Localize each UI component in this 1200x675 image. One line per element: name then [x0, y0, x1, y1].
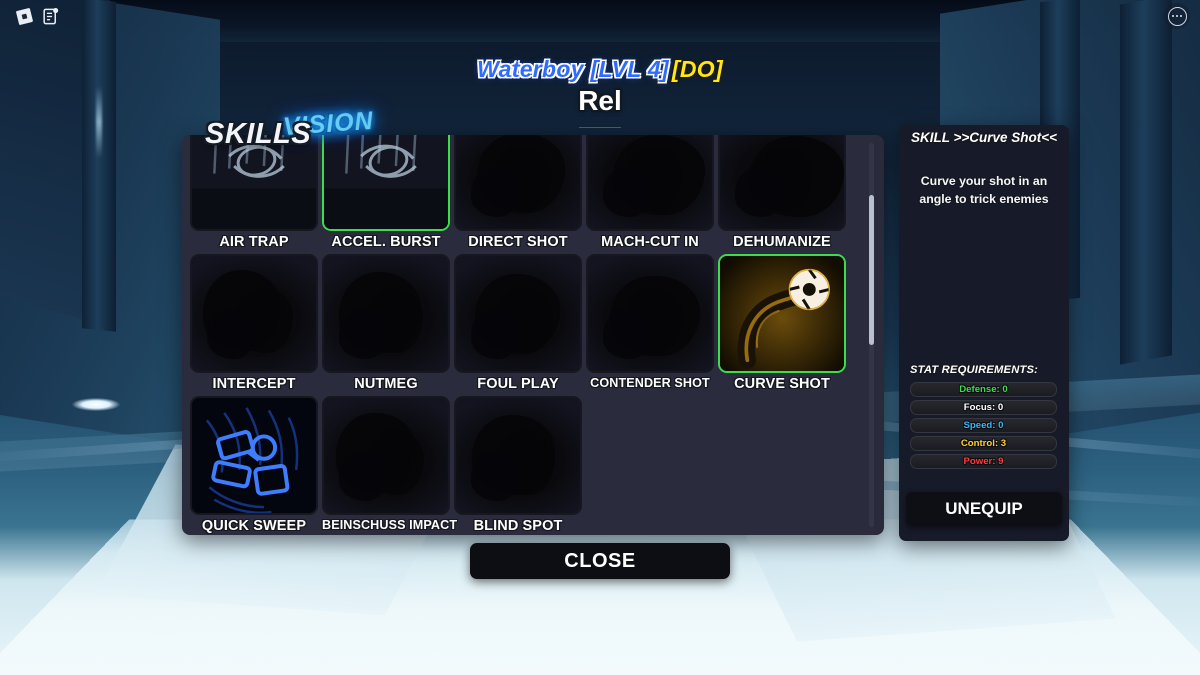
skill-label: NUTMEG	[354, 376, 418, 392]
skill-tile[interactable]	[190, 396, 318, 515]
skill-info-description: Curve your shot in an angle to trick ene…	[919, 174, 1049, 207]
stat-requirement-row: Speed: 0	[910, 418, 1057, 433]
roblox-topbar	[0, 0, 1200, 34]
stat-requirement-row: Defense: 0	[910, 382, 1057, 397]
skill-tile[interactable]	[718, 254, 846, 373]
skill-cell: AIR TRAP	[190, 135, 318, 250]
more-options-icon[interactable]	[1164, 3, 1190, 29]
skill-cell: DEHUMANIZE	[718, 135, 846, 250]
skills-panel: AIR TRAP ACCEL. BURST DIRECT SHOT MACH-C…	[182, 135, 884, 535]
skill-tile[interactable]	[322, 135, 450, 231]
skill-cell: BEINSCHUSS IMPACT	[322, 396, 458, 534]
skill-label: FOUL PLAY	[477, 376, 559, 392]
skill-cell: NUTMEG	[322, 254, 450, 392]
chat-icon[interactable]	[38, 4, 62, 28]
skill-label: AIR TRAP	[219, 234, 289, 250]
skill-label: CURVE SHOT	[734, 376, 830, 392]
skill-tile[interactable]	[454, 396, 582, 515]
floor-light-1	[72, 398, 120, 411]
skill-tile[interactable]	[718, 135, 846, 231]
skill-cell: FOUL PLAY	[454, 254, 582, 392]
skill-cell: MACH-CUT IN	[586, 135, 714, 250]
skill-label: CONTENDER SHOT	[590, 376, 710, 390]
skill-tile[interactable]	[190, 254, 318, 373]
skill-tile[interactable]	[586, 254, 714, 373]
skill-tile[interactable]	[322, 254, 450, 373]
unequip-button[interactable]: UNEQUIP	[906, 492, 1062, 526]
skill-tile[interactable]	[322, 396, 450, 515]
skills-scrollbar-thumb[interactable]	[869, 195, 874, 345]
more-options-ring	[1167, 6, 1187, 26]
skill-cell: BLIND SPOT	[454, 396, 582, 534]
pillar-left	[82, 0, 116, 332]
skill-info-title: SKILL >>Curve Shot<<	[910, 130, 1058, 145]
skill-label: BEINSCHUSS IMPACT	[322, 518, 458, 532]
skill-label: BLIND SPOT	[473, 518, 563, 534]
roblox-logo-icon[interactable]	[12, 4, 36, 28]
skill-label: INTERCEPT	[212, 376, 296, 392]
stat-requirement-row: Focus: 0	[910, 400, 1057, 415]
stat-requirements-label: STAT REQUIREMENTS:	[910, 364, 1039, 376]
skill-cell: CURVE SHOT	[718, 254, 846, 392]
skill-cell: QUICK SWEEP	[190, 396, 318, 534]
pillar-far-right	[1120, 0, 1172, 365]
skills-scroll-area[interactable]: AIR TRAP ACCEL. BURST DIRECT SHOT MACH-C…	[182, 135, 884, 535]
skill-cell: ACCEL. BURST	[322, 135, 450, 250]
skill-label: MACH-CUT IN	[601, 234, 699, 250]
skill-tile[interactable]	[586, 135, 714, 231]
skill-label: DIRECT SHOT	[468, 234, 568, 250]
stat-requirement-row: Control: 3	[910, 436, 1057, 451]
skill-cell: CONTENDER SHOT	[586, 254, 714, 392]
skill-cell: INTERCEPT	[190, 254, 318, 392]
stat-requirement-row: Power: 9	[910, 454, 1057, 469]
wall-light-strip	[96, 86, 102, 158]
skill-label: QUICK SWEEP	[201, 518, 307, 534]
skill-tile[interactable]	[454, 254, 582, 373]
skill-label: ACCEL. BURST	[331, 234, 441, 250]
page-title: SKILLS	[205, 118, 312, 150]
close-button[interactable]: CLOSE	[470, 543, 730, 579]
skills-grid: AIR TRAP ACCEL. BURST DIRECT SHOT MACH-C…	[190, 135, 858, 534]
skill-cell: DIRECT SHOT	[454, 135, 582, 250]
skill-tile[interactable]	[454, 135, 582, 231]
stat-requirements-list: Defense: 0 Focus: 0 Speed: 0 Control: 3 Powe…	[910, 382, 1057, 469]
skill-label: DEHUMANIZE	[733, 234, 831, 250]
